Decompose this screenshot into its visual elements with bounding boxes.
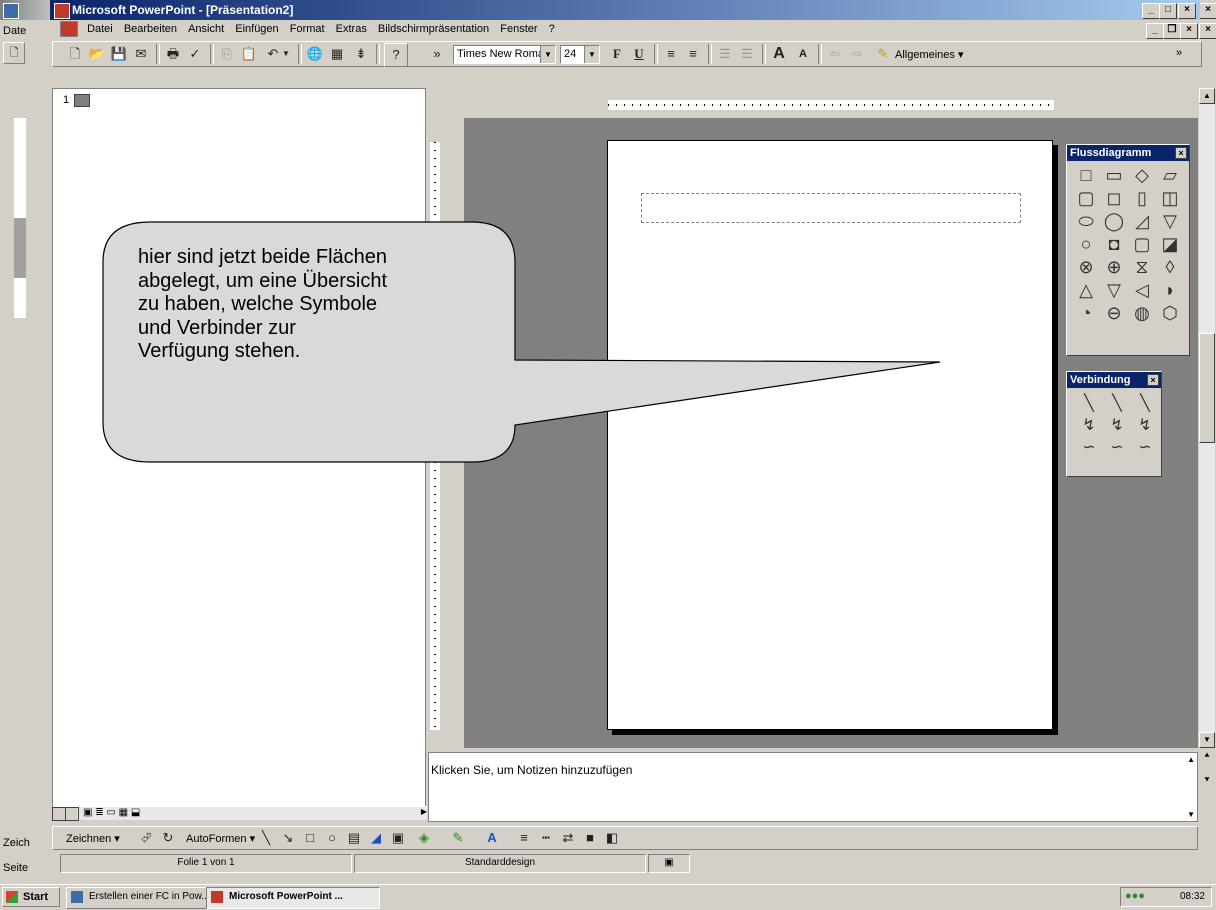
textbox-icon[interactable]: ▤ — [343, 827, 365, 849]
status-bar: Folie 1 von 1 Standarddesign ▣ — [52, 852, 1198, 874]
notes-scroll-up-icon[interactable]: ▲ — [1187, 755, 1195, 764]
notes-pane[interactable]: Klicken Sie, um Notizen hinzuzufügen ▲ ▼ — [428, 752, 1198, 822]
word-task-icon — [71, 891, 83, 903]
arrow-style-icon[interactable]: ⇄ — [557, 827, 579, 849]
line-color-icon[interactable]: ✎ — [447, 827, 469, 849]
dash-style-icon[interactable]: ┅ — [535, 827, 557, 849]
taskbar-powerpoint[interactable]: Microsoft PowerPoint ... — [206, 887, 380, 909]
callout-text: hier sind jetzt beide Flächen abgelegt, … — [138, 246, 388, 362]
wordart-icon[interactable]: ◢ — [365, 827, 387, 849]
line-icon[interactable]: ╲ — [255, 827, 277, 849]
clock: 08:32 — [1179, 891, 1205, 902]
rectangle-icon[interactable]: □ — [299, 827, 321, 849]
windows-logo-icon — [6, 891, 18, 903]
3d-icon[interactable]: ◧ — [601, 827, 623, 849]
taskbar-word[interactable]: Erstellen einer FC in Pow... — [66, 887, 226, 909]
taskbar: Start Erstellen einer FC in Pow... Micro… — [0, 884, 1216, 910]
system-tray: ●●● 08:32 — [1120, 887, 1212, 907]
notes-scroll-down-icon[interactable]: ▼ — [1187, 810, 1195, 819]
start-label: Start — [23, 891, 49, 903]
autoshapes-menu[interactable]: AutoFormen ▾ — [186, 832, 255, 845]
font-color-icon[interactable]: A — [481, 827, 503, 849]
spelling-status-icon: ▣ — [648, 854, 690, 873]
select-pointer-icon[interactable]: ⮰ — [135, 827, 157, 849]
design-name: Standarddesign — [354, 854, 646, 873]
line-style-icon[interactable]: ≡ — [513, 827, 535, 849]
start-button[interactable]: Start — [2, 887, 60, 907]
tray-icons[interactable]: ●●● — [1125, 890, 1145, 902]
slide-info: Folie 1 von 1 — [60, 854, 352, 873]
task-label-ppt: Microsoft PowerPoint ... — [229, 891, 343, 902]
arrow-icon[interactable]: ↘ — [277, 827, 299, 849]
shadow-icon[interactable]: ■ — [579, 827, 601, 849]
fill-color-icon[interactable]: ◈ — [413, 827, 435, 849]
notes-placeholder: Klicken Sie, um Notizen hinzuzufügen — [431, 763, 633, 777]
ppt-task-icon — [211, 891, 223, 903]
free-rotate-icon[interactable]: ↻ — [157, 827, 179, 849]
clipart-icon[interactable]: ▣ — [387, 827, 409, 849]
task-label-word: Erstellen einer FC in Pow... — [89, 891, 210, 902]
oval-icon[interactable]: ○ — [321, 827, 343, 849]
draw-menu[interactable]: Zeichnen ▾ — [66, 832, 120, 845]
